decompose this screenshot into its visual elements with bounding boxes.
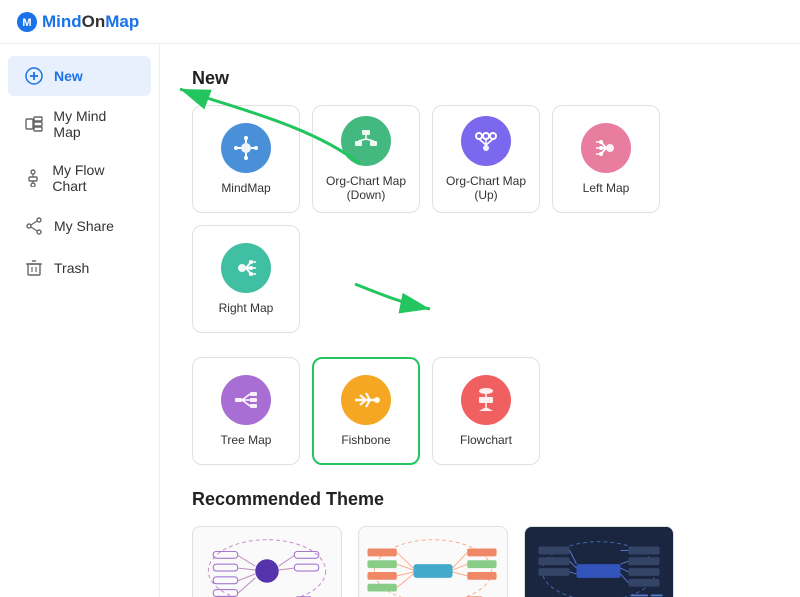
mindmap-label: MindMap xyxy=(221,181,270,195)
flowchart-label: Flowchart xyxy=(460,433,512,447)
theme-card-2[interactable] xyxy=(358,526,508,597)
mind-map-icon xyxy=(24,114,43,134)
header: M MindOnMap xyxy=(0,0,800,44)
logo-icon: M xyxy=(16,11,38,33)
share-icon xyxy=(24,216,44,236)
template-fishbone[interactable]: Fishbone xyxy=(312,357,420,465)
logo: M MindOnMap xyxy=(16,11,139,33)
theme-preview-3 xyxy=(525,527,673,597)
fishbone-icon xyxy=(341,375,391,425)
sidebar-item-my-mind-map[interactable]: My Mind Map xyxy=(8,98,151,150)
theme-section-title: Recommended Theme xyxy=(192,489,768,510)
sidebar-label-new: New xyxy=(54,68,83,84)
template-right-map[interactable]: Right Map xyxy=(192,225,300,333)
theme-card-1[interactable] xyxy=(192,526,342,597)
sidebar-label-my-share: My Share xyxy=(54,218,114,234)
sidebar-item-my-share[interactable]: My Share xyxy=(8,206,151,246)
tree-map-icon xyxy=(221,375,271,425)
tree-map-label: Tree Map xyxy=(221,433,272,447)
sidebar-item-trash[interactable]: Trash xyxy=(8,248,151,288)
template-mindmap[interactable]: MindMap xyxy=(192,105,300,213)
fishbone-label: Fishbone xyxy=(341,433,390,447)
sidebar-label-my-mind-map: My Mind Map xyxy=(53,108,135,140)
org-chart-up-icon xyxy=(461,116,511,166)
left-map-icon xyxy=(581,123,631,173)
org-chart-down-icon xyxy=(341,116,391,166)
right-map-icon xyxy=(221,243,271,293)
template-tree-map[interactable]: Tree Map xyxy=(192,357,300,465)
org-chart-up-label: Org-Chart Map (Up) xyxy=(443,174,529,202)
new-icon xyxy=(24,66,44,86)
theme-preview-1 xyxy=(193,527,341,597)
right-map-label: Right Map xyxy=(219,301,274,315)
left-map-label: Left Map xyxy=(583,181,630,195)
svg-text:M: M xyxy=(22,17,31,29)
sidebar-label-trash: Trash xyxy=(54,260,89,276)
flow-chart-icon xyxy=(24,168,42,188)
template-grid-row2: Tree Map Fishbone Flowchart xyxy=(192,357,768,465)
template-grid-row1: MindMap Org-Chart Map(Down) Org-Chart Ma… xyxy=(192,105,768,333)
main-content: New MindMap Org-Chart Map(Down) Org-Char xyxy=(160,44,800,597)
template-org-chart-down[interactable]: Org-Chart Map(Down) xyxy=(312,105,420,213)
template-org-chart-up[interactable]: Org-Chart Map (Up) xyxy=(432,105,540,213)
mindmap-icon xyxy=(221,123,271,173)
trash-icon xyxy=(24,258,44,278)
template-flowchart[interactable]: Flowchart xyxy=(432,357,540,465)
new-section-title: New xyxy=(192,68,768,89)
sidebar-label-my-flow-chart: My Flow Chart xyxy=(52,162,135,194)
sidebar-item-my-flow-chart[interactable]: My Flow Chart xyxy=(8,152,151,204)
theme-card-3[interactable] xyxy=(524,526,674,597)
theme-preview-2 xyxy=(359,527,507,597)
main-layout: New My Mind Map My Flow Chart My Share T xyxy=(0,44,800,597)
logo-text: MindOnMap xyxy=(42,12,139,32)
template-left-map[interactable]: Left Map xyxy=(552,105,660,213)
org-chart-down-label: Org-Chart Map(Down) xyxy=(326,174,406,202)
flowchart-icon xyxy=(461,375,511,425)
sidebar-item-new[interactable]: New xyxy=(8,56,151,96)
theme-grid xyxy=(192,526,768,597)
sidebar: New My Mind Map My Flow Chart My Share T xyxy=(0,44,160,597)
